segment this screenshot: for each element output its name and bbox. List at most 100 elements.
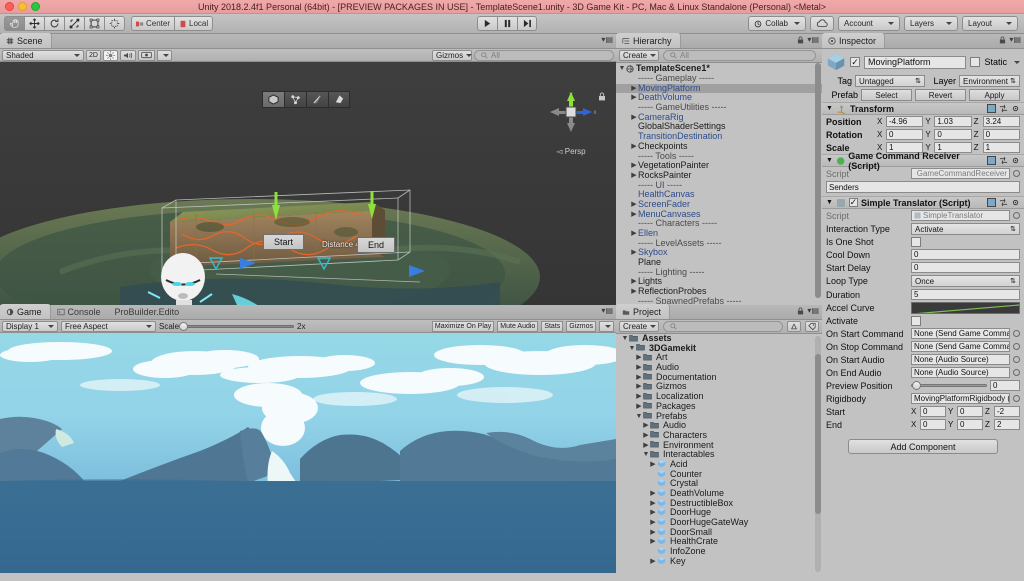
game-gizmos-button[interactable]: Gizmos — [566, 320, 596, 332]
chevron-right-icon[interactable]: ▶ — [630, 287, 638, 297]
st-cool-down-field[interactable]: 0 — [911, 249, 1020, 260]
transform-rows[interactable]: Position X -4.96 Y 1.03 Z 3.24 Rotation X 0 Y 0 Z 0 Sc… — [822, 115, 1024, 154]
st-prop-start-delay[interactable]: Start Delay 0 — [822, 261, 1024, 274]
project-item-infozone[interactable]: InfoZone — [616, 546, 822, 557]
pivot-toggle-group[interactable]: Center Local — [131, 16, 214, 31]
st-end-z[interactable]: 2 — [994, 419, 1020, 430]
transform-component-header[interactable]: ▼ Transform — [822, 102, 1024, 115]
project-filter-label-button[interactable] — [805, 321, 819, 332]
chevron-right-icon[interactable]: ▶ — [635, 392, 643, 402]
maximize-on-play-button[interactable]: Maximize On Play — [431, 320, 495, 332]
chevron-right-icon[interactable]: ▶ — [649, 518, 657, 528]
shading-mode-dropdown[interactable]: Shaded — [2, 49, 84, 61]
scene-gizmos-dropdown[interactable]: Gizmos — [432, 49, 473, 61]
st-start-x[interactable]: 0 — [920, 406, 946, 417]
object-picker-icon[interactable] — [1013, 356, 1020, 363]
chevron-down-icon[interactable]: ▼ — [621, 334, 629, 344]
gamecommandreceiver-component-header[interactable]: ▼ Game Command Receiver (Script) — [822, 151, 1024, 171]
scale-slider[interactable] — [179, 321, 295, 331]
tab-console[interactable]: Console — [51, 304, 109, 319]
chevron-right-icon[interactable]: ▶ — [630, 93, 638, 103]
st-prop-rigidbody[interactable]: Rigidbody MovingPlatformRigidbody (Rig — [822, 392, 1024, 405]
vector3-field[interactable]: X0Y0Z0 — [877, 129, 1020, 140]
transform-rotation-y[interactable]: 0 — [934, 129, 972, 140]
st-rigidbody-objectfield[interactable]: MovingPlatformRigidbody (Rig — [911, 393, 1010, 404]
chevron-down-icon[interactable]: ▼ — [618, 63, 626, 74]
project-item-acid[interactable]: ▶ Acid — [616, 459, 822, 470]
gear-icon[interactable] — [1011, 156, 1020, 165]
st-prop-interaction-type[interactable]: Interaction Type Activate ⇅ — [822, 222, 1024, 236]
st-preview-position-field[interactable]: 0 — [990, 380, 1020, 391]
lock-icon[interactable] — [797, 36, 804, 44]
chevron-right-icon[interactable]: ▶ — [630, 113, 638, 123]
preset-icon[interactable] — [987, 156, 996, 165]
st-prop-duration[interactable]: Duration 5 — [822, 288, 1024, 301]
st-duration-field[interactable]: 5 — [911, 289, 1020, 300]
component-header-icons[interactable] — [987, 198, 1020, 207]
scale-slider-knob[interactable] — [179, 321, 189, 331]
hierarchy-scrollbar[interactable] — [815, 63, 821, 298]
chevron-down-icon[interactable] — [1014, 60, 1020, 64]
stats-button[interactable]: Stats — [541, 320, 564, 332]
simpletranslator-vectors[interactable]: Start X 0 Y 0 Z -2 End X 0 Y 0 Z 2 — [822, 405, 1024, 431]
scene-tab-icons[interactable]: ▾▤ — [601, 36, 613, 44]
vector3-field[interactable]: X0Y0Z2 — [911, 419, 1020, 430]
project-item-prefabs[interactable]: ▼ Prefabs — [616, 411, 822, 422]
tab-probuilder-editor[interactable]: ProBuilder.Edito — [109, 304, 188, 319]
lock-icon[interactable] — [999, 36, 1006, 44]
hierarchy-tree[interactable]: ▼ TemplateScene1* ----- Gameplay ----- ▶ M… — [616, 63, 822, 305]
chevron-right-icon[interactable]: ▶ — [635, 402, 643, 412]
st-start-y[interactable]: 0 — [957, 406, 983, 417]
project-create-button[interactable]: Create — [619, 321, 659, 332]
simpletranslator-enabled-checkbox[interactable] — [848, 198, 858, 207]
transform-position-x[interactable]: -4.96 — [886, 116, 924, 127]
prefab-select-button[interactable]: Select — [861, 89, 912, 101]
chevron-right-icon[interactable]: ▶ — [649, 499, 657, 509]
transform-rotation-z[interactable]: 0 — [982, 129, 1020, 140]
chevron-right-icon[interactable]: ▶ — [630, 229, 638, 239]
project-scrollbar[interactable] — [815, 336, 821, 572]
project-rows[interactable]: ▼ Assets ▼ 3DGamekit ▶ Art ▶ Audio ▶ Documentatio… — [616, 334, 822, 567]
play-button[interactable] — [477, 16, 497, 31]
hierarchy-tab-icons[interactable]: ▾▤ — [797, 36, 819, 44]
tab-inspector[interactable]: Inspector — [822, 33, 886, 48]
project-item-counter[interactable]: Counter — [616, 469, 822, 480]
move-tool-button[interactable] — [24, 16, 44, 31]
game-tab-icons[interactable]: ▾▤ — [601, 307, 613, 315]
inspector-tab-icons[interactable]: ▾▤ — [999, 36, 1021, 44]
collab-button[interactable]: Collab — [748, 16, 806, 31]
2d-toggle-button[interactable]: 2D — [86, 49, 101, 61]
chevron-down-icon[interactable]: ▼ — [826, 199, 833, 206]
settings-shortcut-icon[interactable] — [999, 104, 1008, 113]
transform-tools-group[interactable] — [4, 16, 125, 31]
st-loop-type-dropdown[interactable]: Once ⇅ — [911, 275, 1020, 287]
settings-shortcut-icon[interactable] — [999, 156, 1008, 165]
aspect-dropdown[interactable]: Free Aspect — [61, 320, 156, 332]
project-item-doorhugegateway[interactable]: ▶ DoorHugeGateWay — [616, 517, 822, 528]
st-prop-accel-curve[interactable]: Accel Curve — [822, 301, 1024, 315]
chevron-right-icon[interactable]: ▶ — [649, 557, 657, 567]
st-prop-activate[interactable]: Activate — [822, 315, 1024, 327]
hierarchy-rows[interactable]: ----- Gameplay ----- ▶ MovingPlatform ▶ Deat… — [616, 73, 822, 305]
game-gizmos-dropdown[interactable] — [599, 320, 614, 332]
rotate-tool-button[interactable] — [44, 16, 64, 31]
chevron-right-icon[interactable]: ▶ — [642, 431, 650, 441]
st-interaction-type-dropdown[interactable]: Activate ⇅ — [911, 223, 1020, 235]
project-filter-type-button[interactable] — [787, 321, 801, 332]
st-preview-position-slider[interactable]: 0 — [911, 380, 1020, 391]
vector3-field[interactable]: X -4.96 Y 1.03 Z 3.24 — [877, 116, 1020, 127]
pivot-mode-button[interactable]: Center — [131, 16, 175, 31]
step-button[interactable] — [517, 16, 537, 31]
edge-mode-icon[interactable] — [306, 91, 328, 108]
project-tab-icons[interactable]: ▾▤ — [797, 307, 819, 315]
chevron-right-icon[interactable]: ▶ — [642, 441, 650, 451]
chevron-right-icon[interactable]: ▶ — [630, 210, 638, 220]
st-prop-on-stop-command[interactable]: On Stop Command None (Send Game Command) — [822, 340, 1024, 353]
pivot-rotation-button[interactable]: Local — [174, 16, 214, 31]
st-prop-loop-type[interactable]: Loop Type Once ⇅ — [822, 274, 1024, 288]
project-item-destructiblebox[interactable]: ▶ DestructibleBox — [616, 498, 822, 509]
prefab-revert-button[interactable]: Revert — [915, 89, 966, 101]
object-picker-icon[interactable] — [1013, 170, 1020, 177]
static-checkbox[interactable] — [970, 57, 981, 67]
scene-view-gizmo[interactable]: y x ◅ Persp — [540, 88, 605, 156]
